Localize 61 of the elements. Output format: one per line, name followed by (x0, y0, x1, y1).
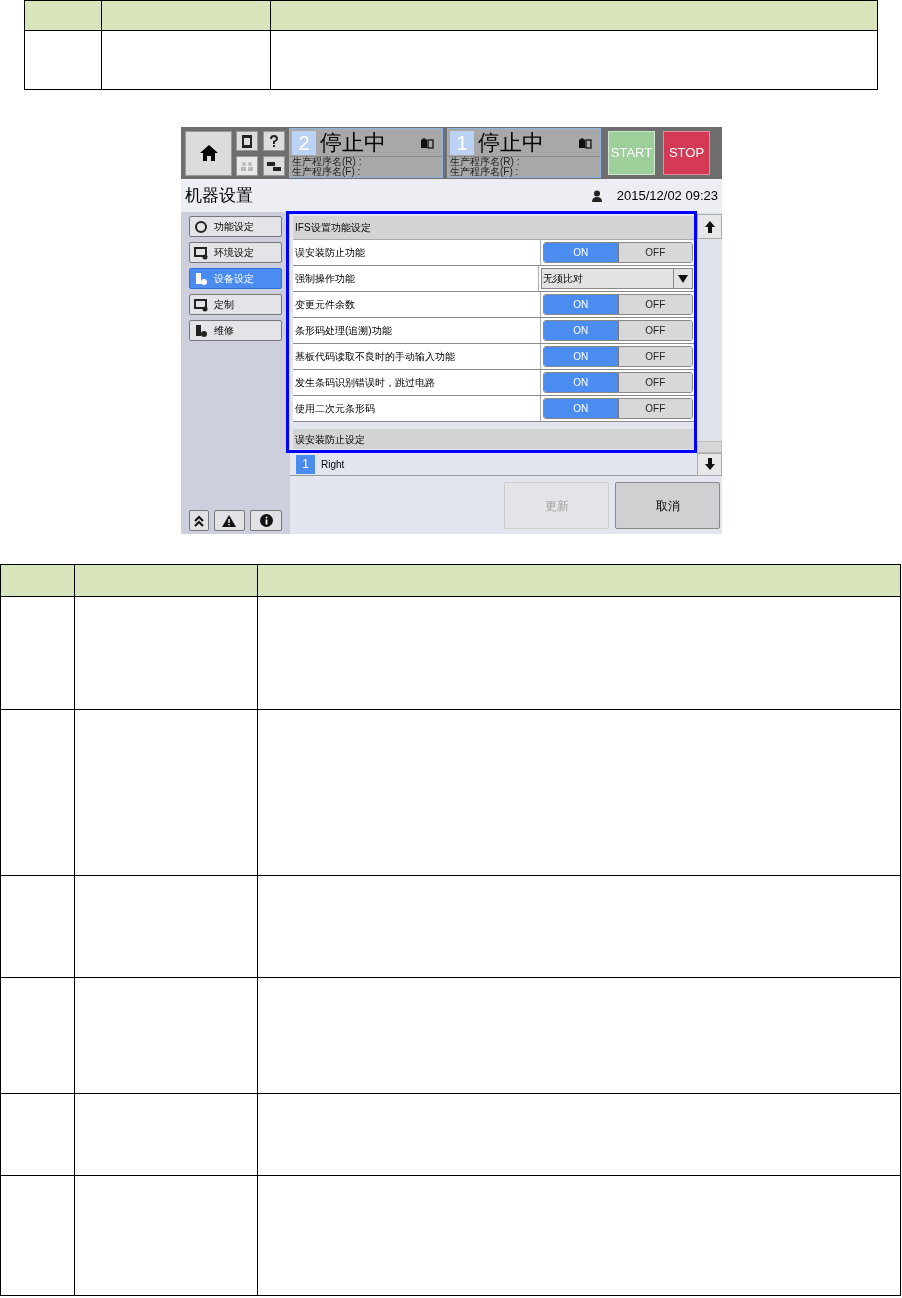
dropdown-caret-icon (678, 274, 688, 283)
program-name-label: 生产程序名(R) : (292, 157, 363, 167)
toggle-option[interactable]: OFF (617, 347, 692, 366)
stop-button[interactable]: STOP (663, 131, 710, 175)
home-icon (198, 144, 219, 162)
toggle-option[interactable]: OFF (617, 295, 692, 314)
scroll-up-button[interactable] (697, 214, 722, 239)
menu-item-icon (194, 297, 208, 312)
status-text: 停止中 (478, 130, 545, 155)
network-button[interactable] (263, 155, 285, 176)
lane-number: 1 (296, 454, 315, 474)
section-header: IFS设置功能设定 (295, 221, 371, 235)
user-icon (590, 189, 603, 202)
down-arrow-icon (704, 458, 715, 470)
machine-clipboard-icon (420, 136, 434, 149)
double-chevron-icon (193, 514, 204, 527)
cancel-button[interactable]: 取消 (615, 482, 720, 529)
sidebar-item[interactable]: 定制 (189, 294, 282, 315)
toggle-option[interactable]: OFF (617, 399, 692, 418)
setting-label: 使用二次元条形码 (295, 402, 375, 416)
up-arrow-icon (704, 220, 715, 233)
program-name-label: 生产程序名(R) : (450, 157, 521, 167)
people-button[interactable] (236, 155, 258, 176)
warning-icon (222, 514, 237, 527)
setting-label: 误安装防止功能 (295, 246, 365, 260)
page-title: 机器设置 (185, 184, 254, 207)
datetime-text: 2015/12/02 09:23 (616, 186, 718, 205)
dropdown[interactable]: 无须比对 (541, 268, 693, 289)
machine-number: 2 (292, 130, 316, 155)
sidebar-item[interactable]: 功能设定 (189, 216, 282, 237)
status-text: 停止中 (320, 130, 387, 155)
toggle-option[interactable]: OFF (617, 243, 692, 262)
program-name-label: 生产程序名(F) : (450, 167, 520, 177)
document-icon (239, 133, 255, 148)
setting-label: 强制操作功能 (295, 272, 355, 286)
sidebar-item[interactable]: 环境设定 (189, 242, 282, 263)
document-button[interactable] (236, 130, 258, 151)
setting-label: 变更元件余数 (295, 298, 355, 312)
menu-item-icon (194, 323, 208, 338)
toggle-option[interactable]: OFF (617, 321, 692, 340)
setting-label: 基板代码读取不良时的手动输入功能 (295, 350, 455, 364)
menu-item-icon (194, 245, 208, 260)
machine-number: 1 (450, 130, 474, 155)
section-header: 误安装防止设定 (295, 432, 365, 447)
scroll-down-button[interactable] (697, 452, 722, 476)
sidebar-item[interactable]: 维修 (189, 320, 282, 341)
machine-clipboard-icon (578, 136, 592, 149)
info-icon (259, 514, 273, 527)
menu-item-icon (194, 271, 208, 286)
lane-label: Right (321, 457, 346, 472)
home-button[interactable] (185, 130, 232, 176)
info-button[interactable] (250, 510, 282, 531)
program-name-label: 生产程序名(F) : (292, 167, 362, 177)
collapse-button[interactable] (189, 510, 209, 531)
warning-button[interactable] (213, 510, 246, 531)
setting-label: 发生条码识别错误时，跳过电路 (295, 376, 435, 390)
setting-label: 条形码处理(追溯)功能 (295, 324, 392, 338)
question-button[interactable] (263, 130, 285, 151)
toggle-option[interactable]: OFF (617, 373, 692, 392)
menu-item-icon (194, 219, 208, 234)
scroll-thumb[interactable] (697, 441, 722, 453)
